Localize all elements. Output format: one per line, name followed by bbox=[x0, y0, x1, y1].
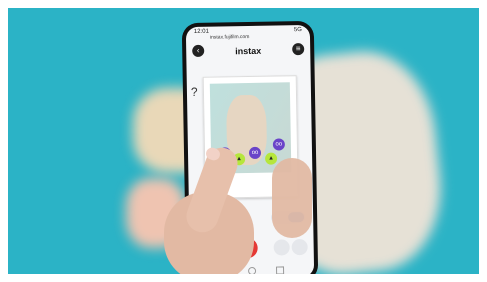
photo-scene: 12:01 5G instax.fujifilm.com ‹ instax ≡ … bbox=[8, 8, 479, 274]
sticker-lime-2[interactable]: ▲ bbox=[265, 152, 278, 165]
right-hand-knuckle bbox=[272, 158, 312, 238]
right-action-button-2[interactable] bbox=[291, 239, 308, 256]
app-header: ‹ instax ≡ bbox=[186, 41, 310, 61]
hand bbox=[134, 136, 264, 274]
status-right: 5G bbox=[293, 27, 302, 34]
status-left: 12:01 bbox=[193, 28, 209, 35]
url-bar[interactable]: instax.fujifilm.com bbox=[210, 34, 250, 41]
sticker-purple-3[interactable]: oo bbox=[272, 138, 285, 151]
help-icon[interactable]: ? bbox=[191, 85, 198, 99]
right-action-button-1[interactable] bbox=[273, 239, 290, 256]
nav-back-icon[interactable] bbox=[276, 266, 285, 274]
